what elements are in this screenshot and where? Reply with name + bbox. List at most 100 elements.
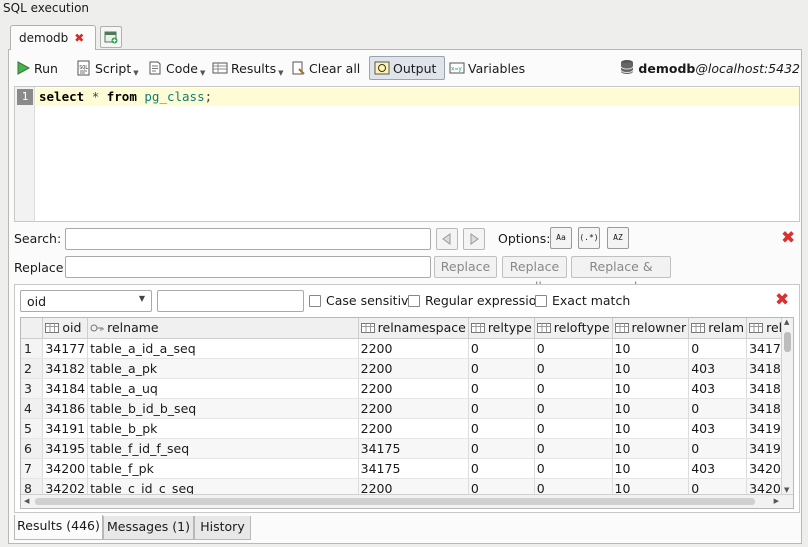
table-cell[interactable]: 0	[468, 338, 535, 359]
table-cell[interactable]: table_f_pk	[87, 458, 359, 479]
table-cell[interactable]: 34195	[42, 438, 89, 459]
regular-expression-checkbox[interactable]: Regular expression	[408, 293, 544, 308]
filter-input[interactable]	[157, 290, 304, 312]
table-cell[interactable]: 0	[468, 418, 535, 439]
table-row[interactable]: 5 34191 table_b_pk 2200 0 0 10 403 34191	[21, 418, 793, 439]
table-cell[interactable]: 0	[534, 378, 613, 399]
table-cell[interactable]: 34200	[42, 458, 89, 479]
filter-column-select[interactable]: oid ▼	[20, 290, 152, 312]
tab-demodb[interactable]: demodb ✖	[10, 25, 96, 50]
results-grid[interactable]: oid relname relnamespace reltype reloftype re…	[20, 317, 794, 509]
table-cell[interactable]: table_b_id_b_seq	[87, 398, 359, 419]
new-tab-button[interactable]	[100, 26, 122, 48]
table-cell[interactable]: 10	[612, 338, 690, 359]
replace-input[interactable]	[65, 256, 431, 278]
table-row[interactable]: 4 34186 table_b_id_b_seq 2200 0 0 10 0 34186	[21, 398, 793, 419]
clear-all-button[interactable]: Clear all	[290, 57, 360, 79]
column-header-reltype[interactable]: reltype	[468, 318, 535, 339]
table-cell[interactable]: 403	[688, 418, 748, 439]
search-input[interactable]	[65, 228, 431, 250]
case-sensitive-checkbox[interactable]: Case sensitive	[309, 293, 416, 308]
table-cell[interactable]: table_a_pk	[87, 358, 359, 379]
table-cell[interactable]: 0	[534, 418, 613, 439]
table-cell[interactable]: 2200	[358, 358, 469, 379]
column-header-oid[interactable]: oid	[42, 318, 89, 339]
horizontal-scrollbar[interactable]: ◀ ▶	[21, 494, 793, 508]
replace-all-button[interactable]: Replace all	[502, 256, 567, 294]
close-filter-icon[interactable]: ✖	[775, 292, 789, 309]
table-row[interactable]: 1 34177 table_a_id_a_seq 2200 0 0 10 0 34177	[21, 338, 793, 359]
run-button[interactable]: Run	[15, 57, 58, 79]
table-cell[interactable]: 0	[468, 398, 535, 419]
scroll-thumb[interactable]	[784, 332, 791, 352]
tab-results[interactable]: Results (446)	[14, 515, 103, 540]
table-cell[interactable]: table_b_pk	[87, 418, 359, 439]
table-cell[interactable]: 0	[534, 358, 613, 379]
table-cell[interactable]: 10	[612, 438, 690, 459]
table-cell[interactable]: 10	[612, 418, 690, 439]
table-cell[interactable]: 0	[688, 398, 748, 419]
scroll-right-icon[interactable]: ▶	[774, 497, 779, 505]
table-cell[interactable]: 403	[688, 458, 748, 479]
table-cell[interactable]: 0	[534, 438, 613, 459]
find-next-button[interactable]	[463, 228, 485, 250]
match-case-option-icon[interactable]: Aa	[550, 227, 572, 249]
replace-and-search-button[interactable]: Replace & search	[571, 256, 671, 294]
tab-messages[interactable]: Messages (1)	[103, 516, 194, 540]
table-cell[interactable]: 0	[534, 458, 613, 479]
table-cell[interactable]: 403	[688, 378, 748, 399]
table-row[interactable]: 2 34182 table_a_pk 2200 0 0 10 403 34182	[21, 358, 793, 379]
table-cell[interactable]: table_a_uq	[87, 378, 359, 399]
table-cell[interactable]: 34175	[358, 438, 469, 459]
table-cell[interactable]: 0	[468, 458, 535, 479]
table-cell[interactable]: 2200	[358, 418, 469, 439]
table-cell[interactable]: table_f_id_f_seq	[87, 438, 359, 459]
close-icon[interactable]: ✖	[74, 31, 84, 45]
column-header-relname[interactable]: relname	[87, 318, 359, 339]
script-button[interactable]: SQL Script ▼	[76, 57, 139, 79]
sql-editor[interactable]: 1 select * from pg_class;	[14, 86, 800, 222]
table-cell[interactable]: 34186	[42, 398, 89, 419]
close-search-icon[interactable]: ✖	[781, 230, 795, 247]
regex-option-icon[interactable]: (.*)	[578, 227, 600, 249]
find-previous-button[interactable]	[436, 228, 458, 250]
table-cell[interactable]: 2200	[358, 338, 469, 359]
sql-text[interactable]: select * from pg_class;	[39, 89, 212, 105]
table-cell[interactable]: 34175	[358, 458, 469, 479]
scroll-up-icon[interactable]: ▲	[784, 318, 789, 326]
column-header-relam[interactable]: relam	[688, 318, 748, 339]
table-row[interactable]: 6 34195 table_f_id_f_seq 34175 0 0 10 0 34195	[21, 438, 793, 459]
code-button[interactable]: Code ▼	[147, 57, 205, 79]
scroll-thumb[interactable]	[35, 498, 755, 505]
variables-button[interactable]: x=y Variables	[449, 57, 525, 79]
table-cell[interactable]: 2200	[358, 378, 469, 399]
table-cell[interactable]: 10	[612, 378, 690, 399]
table-row[interactable]: 3 34184 table_a_uq 2200 0 0 10 403 34184	[21, 378, 793, 399]
table-cell[interactable]: 10	[612, 458, 690, 479]
exact-match-checkbox[interactable]: Exact match	[535, 293, 630, 308]
column-header-relnamespace[interactable]: relnamespace	[358, 318, 469, 339]
vertical-scrollbar[interactable]: ▲ ▼	[781, 318, 793, 494]
table-cell[interactable]: table_a_id_a_seq	[87, 338, 359, 359]
whole-word-option-icon[interactable]: AZ	[607, 227, 629, 249]
table-cell[interactable]: 10	[612, 398, 690, 419]
scroll-down-icon[interactable]: ▼	[784, 486, 789, 494]
table-cell[interactable]: 34191	[42, 418, 89, 439]
table-cell[interactable]: 0	[534, 338, 613, 359]
replace-button[interactable]: Replace	[434, 256, 497, 278]
table-cell[interactable]: 403	[688, 358, 748, 379]
table-cell[interactable]: 2200	[358, 398, 469, 419]
scroll-left-icon[interactable]: ◀	[24, 497, 29, 505]
table-cell[interactable]: 10	[612, 358, 690, 379]
table-cell[interactable]: 34177	[42, 338, 89, 359]
results-button[interactable]: Results ▼	[212, 57, 284, 79]
table-cell[interactable]: 0	[468, 358, 535, 379]
table-cell[interactable]: 34182	[42, 358, 89, 379]
table-row[interactable]: 7 34200 table_f_pk 34175 0 0 10 403 34200	[21, 458, 793, 479]
table-cell[interactable]: 34184	[42, 378, 89, 399]
table-cell[interactable]: 0	[468, 438, 535, 459]
tab-history[interactable]: History	[194, 516, 251, 540]
table-cell[interactable]: 0	[534, 398, 613, 419]
column-header-relowner[interactable]: relowner	[612, 318, 690, 339]
table-cell[interactable]: 0	[688, 438, 748, 459]
